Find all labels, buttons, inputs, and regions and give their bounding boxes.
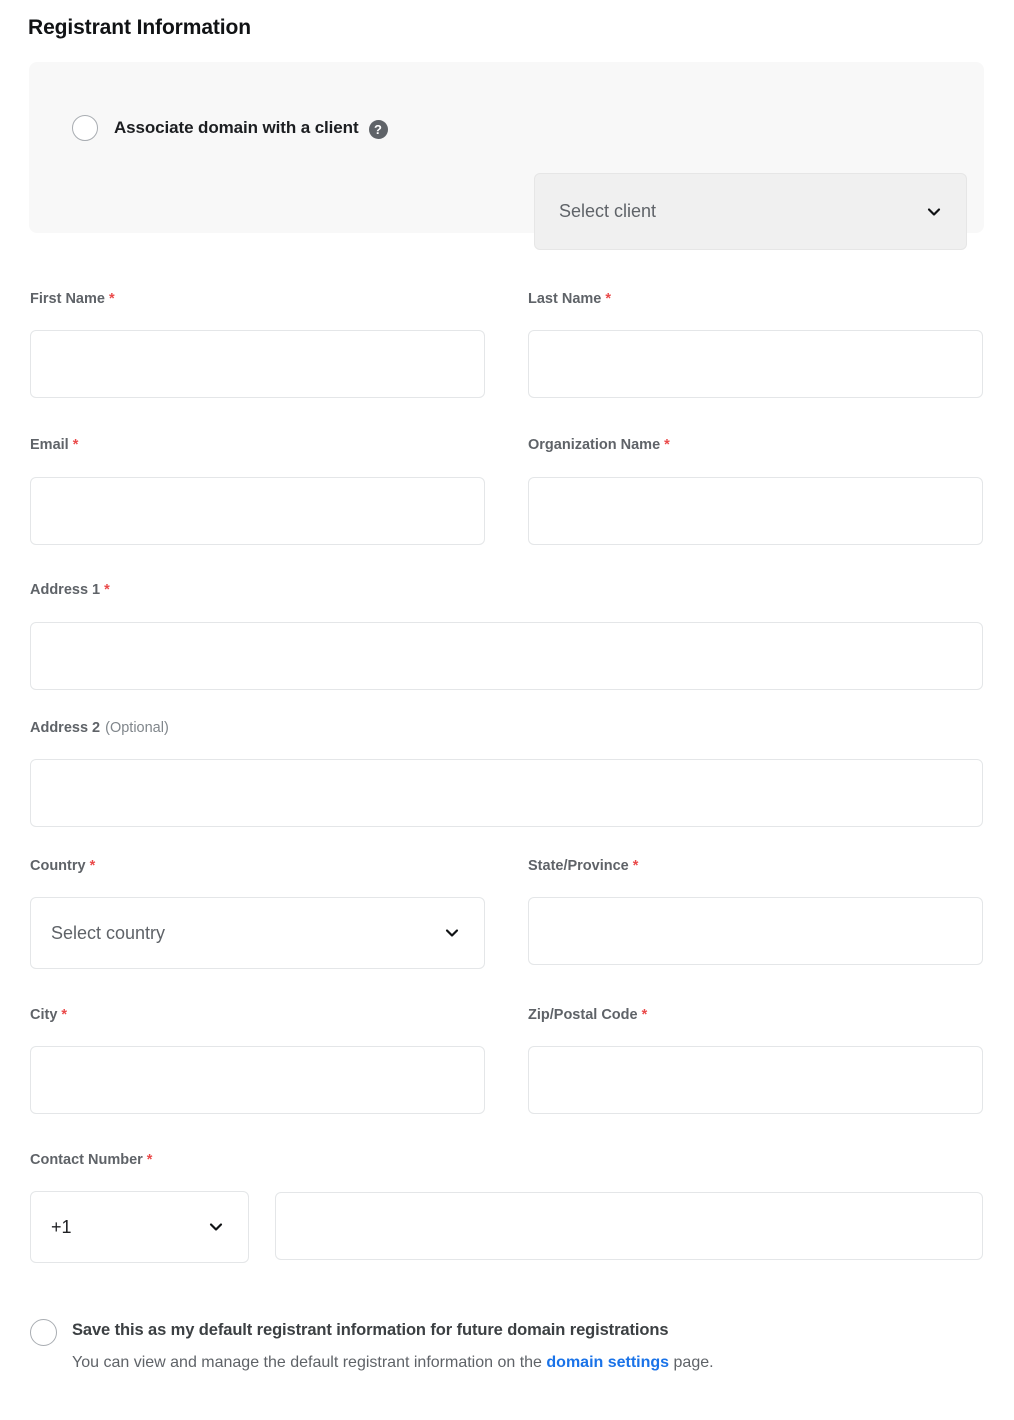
chevron-down-icon	[206, 1217, 226, 1237]
save-default-row: Save this as my default registrant infor…	[30, 1318, 714, 1374]
country-code-value: +1	[51, 1216, 72, 1237]
contact-number-input[interactable]	[275, 1192, 983, 1260]
associate-client-radio[interactable]	[72, 115, 98, 141]
organization-name-input[interactable]	[528, 477, 983, 545]
zip-postal-code-input[interactable]	[528, 1046, 983, 1114]
first-name-input[interactable]	[30, 330, 485, 398]
address1-input[interactable]	[30, 622, 983, 690]
registrant-information-page: Registrant Information Associate domain …	[0, 0, 1014, 1420]
zip-postal-code-label: Zip/Postal Code *	[528, 1007, 648, 1023]
save-default-checkbox[interactable]	[30, 1319, 57, 1346]
save-default-description-suffix: page.	[669, 1354, 714, 1371]
state-province-label: State/Province *	[528, 858, 639, 874]
email-input[interactable]	[30, 477, 485, 545]
associate-client-card: Associate domain with a client ? Select …	[29, 62, 984, 250]
country-code-select[interactable]: +1	[30, 1191, 249, 1263]
last-name-input[interactable]	[528, 330, 983, 398]
chevron-down-icon	[924, 202, 944, 222]
save-default-label: Save this as my default registrant infor…	[72, 1321, 669, 1339]
address1-label: Address 1 *	[30, 582, 110, 598]
organization-name-label: Organization Name *	[528, 437, 670, 453]
associate-client-row[interactable]: Associate domain with a client ?	[72, 115, 939, 141]
state-province-input[interactable]	[528, 897, 983, 965]
domain-settings-link[interactable]: domain settings	[546, 1354, 669, 1371]
first-name-label: First Name *	[30, 291, 115, 307]
save-default-texts: Save this as my default registrant infor…	[72, 1318, 714, 1374]
page-title: Registrant Information	[28, 16, 251, 39]
chevron-down-icon	[442, 923, 462, 943]
help-icon[interactable]: ?	[368, 119, 388, 139]
country-select[interactable]: Select country	[30, 897, 485, 969]
address2-input[interactable]	[30, 759, 983, 827]
save-default-description-prefix: You can view and manage the default regi…	[72, 1354, 547, 1371]
country-select-value: Select country	[51, 922, 166, 943]
city-label: City *	[30, 1007, 68, 1023]
save-default-description: You can view and manage the default regi…	[72, 1352, 714, 1374]
contact-number-label: Contact Number *	[30, 1152, 153, 1168]
email-label: Email *	[30, 437, 79, 453]
client-select[interactable]: Select client	[534, 173, 967, 250]
country-label: Country *	[30, 858, 96, 874]
associate-client-label: Associate domain with a client	[114, 118, 359, 137]
last-name-label: Last Name *	[528, 291, 611, 307]
city-input[interactable]	[30, 1046, 485, 1114]
address2-label: Address 2 (Optional)	[30, 720, 169, 736]
client-select-value: Select client	[559, 201, 657, 221]
